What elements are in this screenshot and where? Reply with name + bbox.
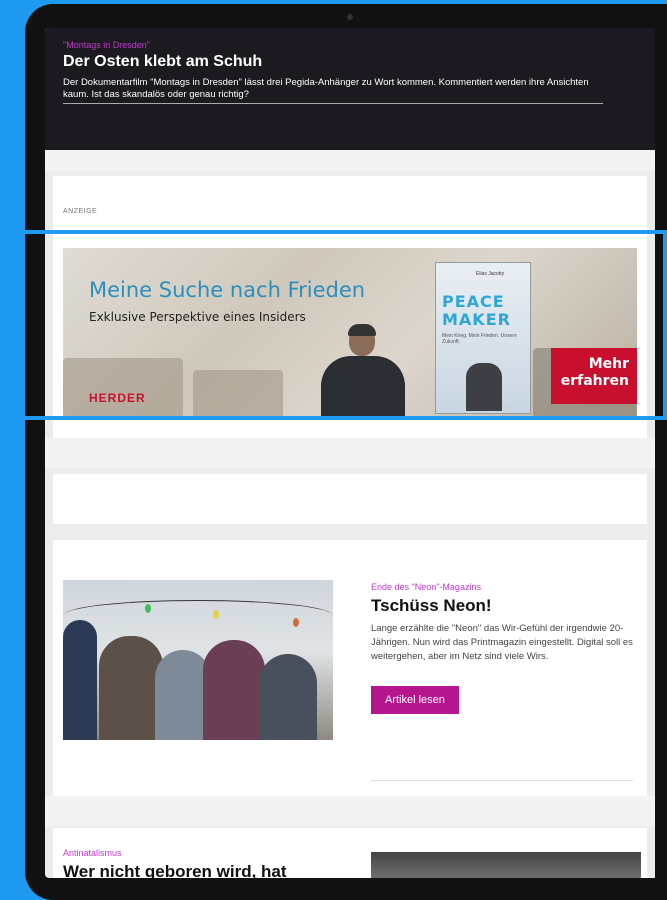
- book-author: Elias Jacoby: [476, 271, 505, 277]
- divider: [371, 780, 633, 781]
- ad-cta-line2: erfahren: [560, 373, 629, 389]
- bulb-shape: [213, 610, 219, 619]
- header-title[interactable]: Der Osten klebt am Schuh: [63, 53, 643, 71]
- read-article-button[interactable]: Artikel lesen: [371, 686, 459, 714]
- book-figure: [466, 363, 502, 411]
- article2-title[interactable]: Wer nicht geboren wird, hat: [63, 862, 287, 878]
- spacer-band: [45, 796, 655, 826]
- header-teaser[interactable]: "Montags in Dresden" Der Osten klebt am …: [45, 28, 655, 150]
- book-title-line1: PEACE: [442, 292, 505, 311]
- book-title: PEACE MAKER: [442, 293, 511, 329]
- crowd-figure: [63, 620, 97, 740]
- book-title-line2: MAKER: [442, 310, 511, 329]
- camera-icon: [347, 14, 353, 20]
- rubble-shape: [63, 358, 183, 418]
- ad-cta-line1: Mehr: [588, 356, 629, 372]
- rubble-shape: [193, 370, 283, 418]
- ad-banner[interactable]: Meine Suche nach Frieden Exklusive Persp…: [63, 248, 637, 418]
- header-kicker: "Montags in Dresden": [63, 40, 150, 50]
- crowd-figure: [259, 654, 317, 740]
- article-title[interactable]: Tschüss Neon!: [371, 596, 633, 616]
- article2-image[interactable]: [371, 852, 641, 878]
- ad-brand-logo: HERDER: [89, 391, 146, 405]
- article-image[interactable]: [63, 580, 333, 740]
- article-body: Lange erzählte die "Neon" das Wir-Gefühl…: [371, 623, 633, 662]
- bulb-shape: [145, 604, 151, 613]
- empty-card: [53, 474, 647, 524]
- article-card-antinatalismus[interactable]: Antinatalismus Wer nicht geboren wird, h…: [53, 828, 647, 878]
- article-content: Ende des "Neon"-Magazins Tschüss Neon! L…: [371, 582, 633, 714]
- crowd-figure: [99, 636, 163, 740]
- book-subtitle: Mein Krieg. Mein Frieden. Unsere Zukunft…: [442, 333, 517, 345]
- person-body: [321, 356, 405, 418]
- header-teaser-text: Der Dokumentarfilm "Montags in Dresden" …: [63, 77, 603, 104]
- screen: "Montags in Dresden" Der Osten klebt am …: [45, 28, 655, 878]
- ad-more-button[interactable]: Mehr erfahren: [551, 348, 637, 404]
- article-kicker: Ende des "Neon"-Magazins: [371, 582, 481, 592]
- ad-person-image: [321, 324, 405, 418]
- crowd-figure: [203, 640, 265, 740]
- article2-kicker: Antinatalismus: [63, 848, 122, 858]
- string-lights: [63, 600, 333, 631]
- ad-book-cover: Elias Jacoby PEACE MAKER Mein Krieg. Mei…: [435, 262, 531, 414]
- bulb-shape: [293, 618, 299, 627]
- ad-headline: Meine Suche nach Frieden: [89, 278, 366, 302]
- ad-label: ANZEIGE: [63, 208, 98, 215]
- spacer-band: [45, 150, 655, 170]
- person-cap: [348, 324, 376, 336]
- ad-subline: Exklusive Perspektive eines Insiders: [89, 310, 306, 324]
- tablet-frame: "Montags in Dresden" Der Osten klebt am …: [25, 4, 667, 900]
- article-card-neon[interactable]: Ende des "Neon"-Magazins Tschüss Neon! L…: [53, 540, 647, 796]
- spacer-band: [45, 438, 655, 468]
